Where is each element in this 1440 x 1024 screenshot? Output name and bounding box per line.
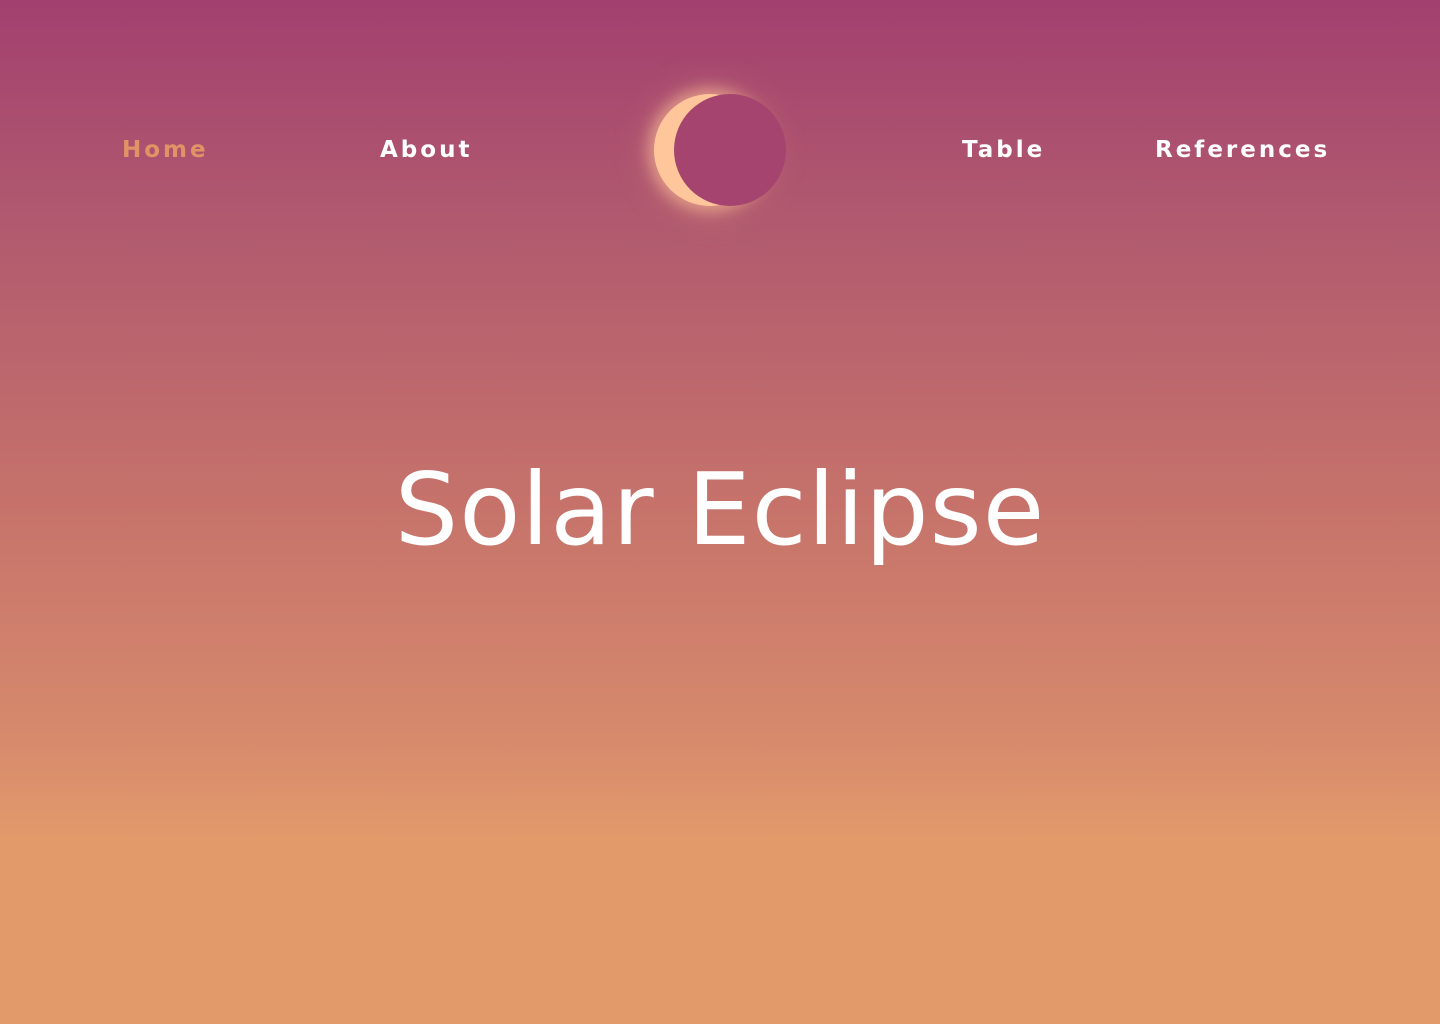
- hero-title: Solar Eclipse: [394, 451, 1046, 568]
- nav-link-about[interactable]: About: [380, 133, 472, 167]
- nav-link-table[interactable]: Table: [962, 133, 1045, 167]
- nav-link-home[interactable]: Home: [122, 133, 209, 167]
- main-navigation: Home About Table References: [0, 0, 1440, 300]
- nav-link-references[interactable]: References: [1155, 133, 1330, 167]
- moon-icon: [674, 94, 786, 206]
- eclipse-icon[interactable]: [654, 94, 786, 206]
